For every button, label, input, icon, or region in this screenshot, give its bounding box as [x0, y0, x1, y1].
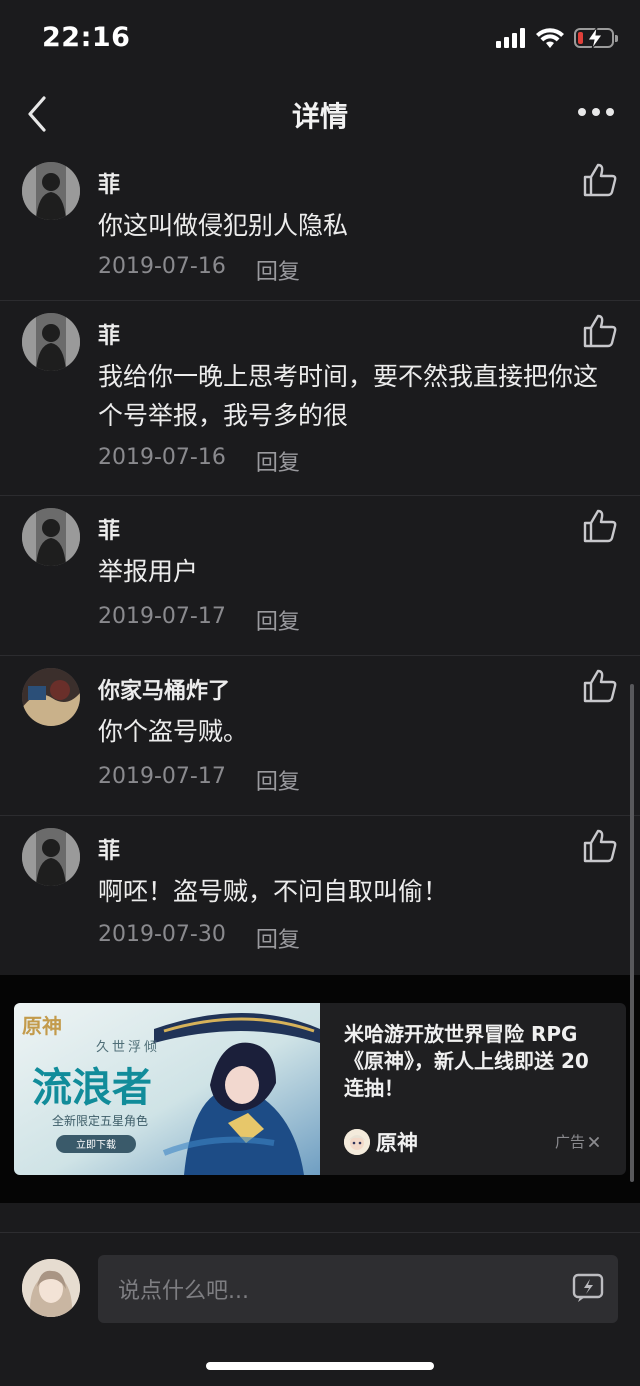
- avatar[interactable]: [22, 313, 80, 371]
- comment-date: 2019-07-16: [98, 445, 226, 470]
- comment-text: 你这叫做侵犯别人隐私: [98, 211, 349, 240]
- home-indicator: [206, 1362, 434, 1370]
- comment-item: 菲 举报用户 2019-07-17 回复: [0, 496, 640, 656]
- ad-card[interactable]: 原神 久世浮倾 流浪者 全新限定五星角色 立即下载 米哈游开放世界冒险 RPG《…: [14, 1003, 626, 1175]
- emoji-keyboard-icon[interactable]: [572, 1273, 604, 1303]
- comment-meta: 2019-07-17 回复: [98, 604, 300, 636]
- avatar[interactable]: [22, 162, 80, 220]
- comment-meta: 2019-07-16 回复: [98, 254, 300, 286]
- ad-section: 原神 久世浮倾 流浪者 全新限定五星角色 立即下载 米哈游开放世界冒险 RPG《…: [0, 975, 640, 1203]
- ad-logo: 原神: [22, 1014, 62, 1038]
- comment-date: 2019-07-16: [98, 254, 226, 279]
- thumbs-up-icon[interactable]: [582, 162, 618, 198]
- avatar[interactable]: [22, 828, 80, 886]
- comment-text: 啊呸！盗号贼，不问自取叫偷！: [98, 877, 449, 906]
- comment-item: 菲 啊呸！盗号贼，不问自取叫偷！ 2019-07-30 回复: [0, 816, 640, 975]
- comment-item: 菲 我给你一晚上思考时间，要不然我直接把你这个号举报，我号多的很 2019-07…: [0, 301, 640, 496]
- ad-caption: 全新限定五星角色: [52, 1113, 148, 1128]
- comment-meta: 2019-07-16 回复: [98, 445, 300, 477]
- status-time: 22:16: [42, 22, 131, 53]
- comment-input[interactable]: 说点什么吧...: [98, 1255, 618, 1323]
- comment-input-placeholder: 说点什么吧...: [118, 1279, 249, 1304]
- avatar[interactable]: [22, 508, 80, 566]
- comment-username[interactable]: 菲: [98, 318, 120, 350]
- status-bar: 22:16: [0, 0, 640, 78]
- ad-headline: 流浪者: [32, 1065, 152, 1111]
- comment-username[interactable]: 菲: [98, 167, 120, 199]
- comment-date: 2019-07-17: [98, 604, 226, 629]
- avatar[interactable]: [22, 668, 80, 726]
- thumbs-up-icon[interactable]: [582, 668, 618, 704]
- scrollbar[interactable]: [630, 684, 634, 1182]
- comment-username[interactable]: 菲: [98, 513, 120, 545]
- comment-meta: 2019-07-17 回复: [98, 764, 300, 796]
- comment-username[interactable]: 菲: [98, 833, 120, 865]
- reply-button[interactable]: 回复: [256, 254, 300, 286]
- comment-list: 菲 你这叫做侵犯别人隐私 2019-07-16 回复 菲 我给你一晚上思考时间，…: [0, 150, 640, 975]
- comment-text: 你个盗号贼。: [98, 717, 249, 746]
- ad-download-button: 立即下载: [76, 1138, 116, 1151]
- comment-username[interactable]: 你家马桶炸了: [98, 673, 230, 705]
- current-user-avatar[interactable]: [22, 1259, 80, 1317]
- ad-subtitle: 久世浮倾: [96, 1040, 160, 1055]
- ad-brand-avatar: [344, 1129, 370, 1155]
- ad-brand[interactable]: 原神: [344, 1127, 418, 1157]
- comment-text: 举报用户: [98, 557, 199, 586]
- more-options-icon[interactable]: [578, 108, 614, 116]
- thumbs-up-icon[interactable]: [582, 313, 618, 349]
- reply-button[interactable]: 回复: [256, 445, 300, 477]
- reply-button[interactable]: 回复: [256, 922, 300, 954]
- close-icon[interactable]: [588, 1136, 600, 1148]
- ad-image[interactable]: 原神 久世浮倾 流浪者 全新限定五星角色 立即下载: [14, 1003, 320, 1175]
- comment-item: 你家马桶炸了 你个盗号贼。 2019-07-17 回复: [0, 656, 640, 816]
- status-icons: [496, 27, 618, 49]
- nav-bar: 详情: [0, 78, 640, 150]
- ad-label[interactable]: 广告: [555, 1131, 600, 1152]
- thumbs-up-icon[interactable]: [582, 828, 618, 864]
- comment-text: 我给你一晚上思考时间，要不然我直接把你这个号举报，我号多的很: [98, 362, 599, 430]
- thumbs-up-icon[interactable]: [582, 508, 618, 544]
- ad-label-text: 广告: [554, 1133, 585, 1151]
- comment-item: 菲 你这叫做侵犯别人隐私 2019-07-16 回复: [0, 150, 640, 301]
- comment-meta: 2019-07-30 回复: [98, 922, 300, 954]
- cellular-signal-icon: [496, 28, 525, 48]
- battery-icon: [574, 27, 618, 49]
- ad-description: 米哈游开放世界冒险 RPG《原神》，新人上线即送 20 连抽！: [344, 1022, 589, 1100]
- reply-button[interactable]: 回复: [256, 764, 300, 796]
- comment-date: 2019-07-17: [98, 764, 226, 789]
- comment-date: 2019-07-30: [98, 922, 226, 947]
- wifi-icon: [536, 28, 564, 48]
- page-title: 详情: [291, 100, 348, 133]
- ad-brand-name: 原神: [376, 1131, 418, 1155]
- reply-button[interactable]: 回复: [256, 604, 300, 636]
